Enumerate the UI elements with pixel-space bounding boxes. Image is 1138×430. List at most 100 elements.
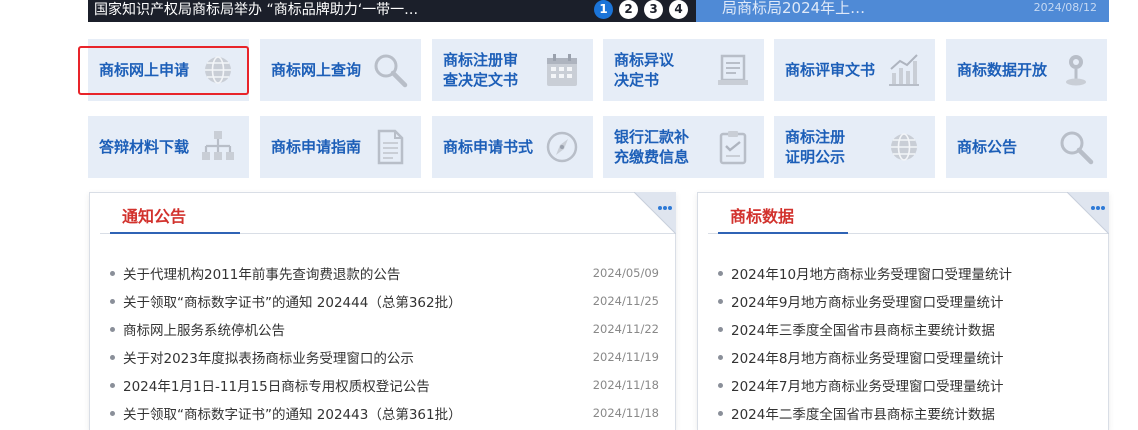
data-item-title[interactable]: 2024年7月地方商标业务受理窗口受理量统计 [731, 375, 1092, 395]
data-item[interactable]: 2024年7月地方商标业务受理窗口受理量统计 [718, 371, 1092, 399]
service-tile-2[interactable]: 商标网上查询 [260, 39, 421, 101]
bullet-icon [110, 382, 115, 388]
magnifier-icon [1057, 128, 1095, 166]
notice-item[interactable]: 关于代理机构2011年前事先查询费退款的公告 2024/05/09 [110, 259, 659, 287]
data-list: 2024年10月地方商标业务受理窗口受理量统计 2024年9月地方商标业务受理窗口… [718, 259, 1092, 427]
service-tile-3[interactable]: 商标注册审 查决定文书 [432, 39, 593, 101]
service-tile-label: 商标网上申请 [99, 61, 190, 79]
bullet-icon [718, 354, 723, 360]
banner-dot-3[interactable]: 3 [644, 0, 663, 19]
service-tile-6[interactable]: 商标数据开放 [946, 39, 1107, 101]
service-tile-1[interactable]: 商标网上申请 [88, 39, 249, 101]
service-tile-10[interactable]: 银行汇款补 充缴费信息 [603, 116, 764, 178]
service-tile-label: 银行汇款补 充缴费信息 [614, 128, 690, 166]
service-tile-label: 商标申请指南 [271, 138, 362, 156]
notice-list: 关于代理机构2011年前事先查询费退款的公告 2024/05/09 关于领取“商标数… [110, 259, 659, 427]
service-tile-label: 商标网上查询 [271, 61, 362, 79]
notice-item[interactable]: 关于领取“商标数字证书”的通知 202443（总第361批） 2024/11/18 [110, 399, 659, 427]
service-tile-12[interactable]: 商标公告 [946, 116, 1107, 178]
data-item-title[interactable]: 2024年10月地方商标业务受理窗口受理量统计 [731, 263, 1092, 283]
bullet-icon [718, 326, 723, 332]
data-item-title[interactable]: 2024年9月地方商标业务受理窗口受理量统计 [731, 291, 1092, 311]
service-tile-label: 答辩材料下载 [99, 138, 190, 156]
service-tile-9[interactable]: 商标申请书式 [432, 116, 593, 178]
notice-item[interactable]: 关于对2023年度拟表扬商标业务受理窗口的公示 2024/11/19 [110, 343, 659, 371]
globe-icon [199, 51, 237, 89]
service-tile-8[interactable]: 商标申请指南 [260, 116, 421, 178]
map-pin-icon [1057, 51, 1095, 89]
notice-item-date: 2024/11/18 [592, 406, 659, 420]
data-item[interactable]: 2024年8月地方商标业务受理窗口受理量统计 [718, 343, 1092, 371]
notice-item-date: 2024/11/18 [592, 378, 659, 392]
notice-item-date: 2024/05/09 [592, 266, 659, 280]
banner-dot-4[interactable]: 4 [669, 0, 688, 19]
service-tile-label: 商标评审文书 [785, 61, 876, 79]
service-tile-label: 商标异议 决定书 [614, 51, 675, 89]
notice-more-icon[interactable] [634, 192, 676, 234]
clipboard-icon [714, 128, 752, 166]
notice-panel: 通知公告 关于代理机构2011年前事先查询费退款的公告 2024/05/09 关于领… [89, 192, 676, 430]
headline-date: 2024/08/12 [1033, 1, 1097, 14]
service-tile-7[interactable]: 答辩材料下载 [88, 116, 249, 178]
headline-strip[interactable]: 局商标局2024年上… 2024/08/12 [696, 0, 1109, 22]
service-tile-label: 商标申请书式 [443, 138, 534, 156]
notice-item-title[interactable]: 关于领取“商标数字证书”的通知 202443（总第361批） [123, 403, 585, 423]
data-more-icon[interactable] [1067, 192, 1109, 234]
data-item-title[interactable]: 2024年8月地方商标业务受理窗口受理量统计 [731, 347, 1092, 367]
notice-item-title[interactable]: 2024年1月1日-11月15日商标专用权质权登记公告 [123, 375, 585, 395]
notice-panel-header: 通知公告 [100, 193, 675, 234]
service-tile-5[interactable]: 商标评审文书 [774, 39, 935, 101]
bullet-icon [110, 270, 115, 276]
notice-item-title[interactable]: 关于代理机构2011年前事先查询费退款的公告 [123, 263, 585, 283]
banner-pagination: 1234 [594, 0, 688, 19]
magnifier-icon [371, 51, 409, 89]
service-tile-label: 商标注册 证明公示 [785, 128, 846, 166]
globe-icon [885, 128, 923, 166]
sitemap-icon [199, 128, 237, 166]
bullet-icon [718, 382, 723, 388]
compass-icon [543, 128, 581, 166]
notice-item-date: 2024/11/19 [592, 350, 659, 364]
bullet-icon [110, 354, 115, 360]
bullet-icon [110, 298, 115, 304]
data-panel-title-underline [718, 232, 848, 234]
bullet-icon [718, 298, 723, 304]
notice-panel-title-underline [110, 232, 240, 234]
bar-chart-icon [885, 51, 923, 89]
bullet-icon [110, 410, 115, 416]
notice-item-title[interactable]: 商标网上服务系统停机公告 [123, 319, 585, 339]
data-panel-title: 商标数据 [730, 207, 795, 226]
notice-item[interactable]: 2024年1月1日-11月15日商标专用权质权登记公告 2024/11/18 [110, 371, 659, 399]
notice-item-title[interactable]: 关于对2023年度拟表扬商标业务受理窗口的公示 [123, 347, 585, 367]
bullet-icon [110, 326, 115, 332]
service-tile-label: 商标数据开放 [957, 61, 1048, 79]
calendar-icon [543, 51, 581, 89]
data-item-title[interactable]: 2024年三季度全国省市县商标主要统计数据 [731, 319, 1092, 339]
bullet-icon [718, 270, 723, 276]
data-item[interactable]: 2024年9月地方商标业务受理窗口受理量统计 [718, 287, 1092, 315]
data-item[interactable]: 2024年10月地方商标业务受理窗口受理量统计 [718, 259, 1092, 287]
notice-item-date: 2024/11/22 [592, 322, 659, 336]
banner-dot-2[interactable]: 2 [619, 0, 638, 19]
document-icon [371, 128, 409, 166]
image-banner[interactable]: 国家知识产权局商标局举办 “商标品牌助力‘一带一… 1234 [88, 0, 700, 22]
data-item[interactable]: 2024年三季度全国省市县商标主要统计数据 [718, 315, 1092, 343]
service-tile-label: 商标注册审 查决定文书 [443, 51, 519, 89]
data-item[interactable]: 2024年二季度全国省市县商标主要统计数据 [718, 399, 1092, 427]
banner-caption[interactable]: 国家知识产权局商标局举办 “商标品牌助力‘一带一… [94, 0, 418, 20]
bullet-icon [718, 410, 723, 416]
data-item-title[interactable]: 2024年二季度全国省市县商标主要统计数据 [731, 403, 1092, 423]
service-tile-4[interactable]: 商标异议 决定书 [603, 39, 764, 101]
notice-item-title[interactable]: 关于领取“商标数字证书”的通知 202444（总第362批） [123, 291, 585, 311]
service-tile-11[interactable]: 商标注册 证明公示 [774, 116, 935, 178]
notice-item-date: 2024/11/25 [592, 294, 659, 308]
notice-panel-title: 通知公告 [122, 207, 187, 226]
banner-dot-1[interactable]: 1 [594, 0, 613, 19]
document-tray-icon [714, 51, 752, 89]
data-panel: 商标数据 2024年10月地方商标业务受理窗口受理量统计 2024年9月地方商标业… [697, 192, 1109, 430]
data-panel-header: 商标数据 [708, 193, 1108, 234]
service-tile-label: 商标公告 [957, 138, 1018, 156]
headline-title[interactable]: 局商标局2024年上… [722, 0, 865, 18]
notice-item[interactable]: 商标网上服务系统停机公告 2024/11/22 [110, 315, 659, 343]
notice-item[interactable]: 关于领取“商标数字证书”的通知 202444（总第362批） 2024/11/25 [110, 287, 659, 315]
